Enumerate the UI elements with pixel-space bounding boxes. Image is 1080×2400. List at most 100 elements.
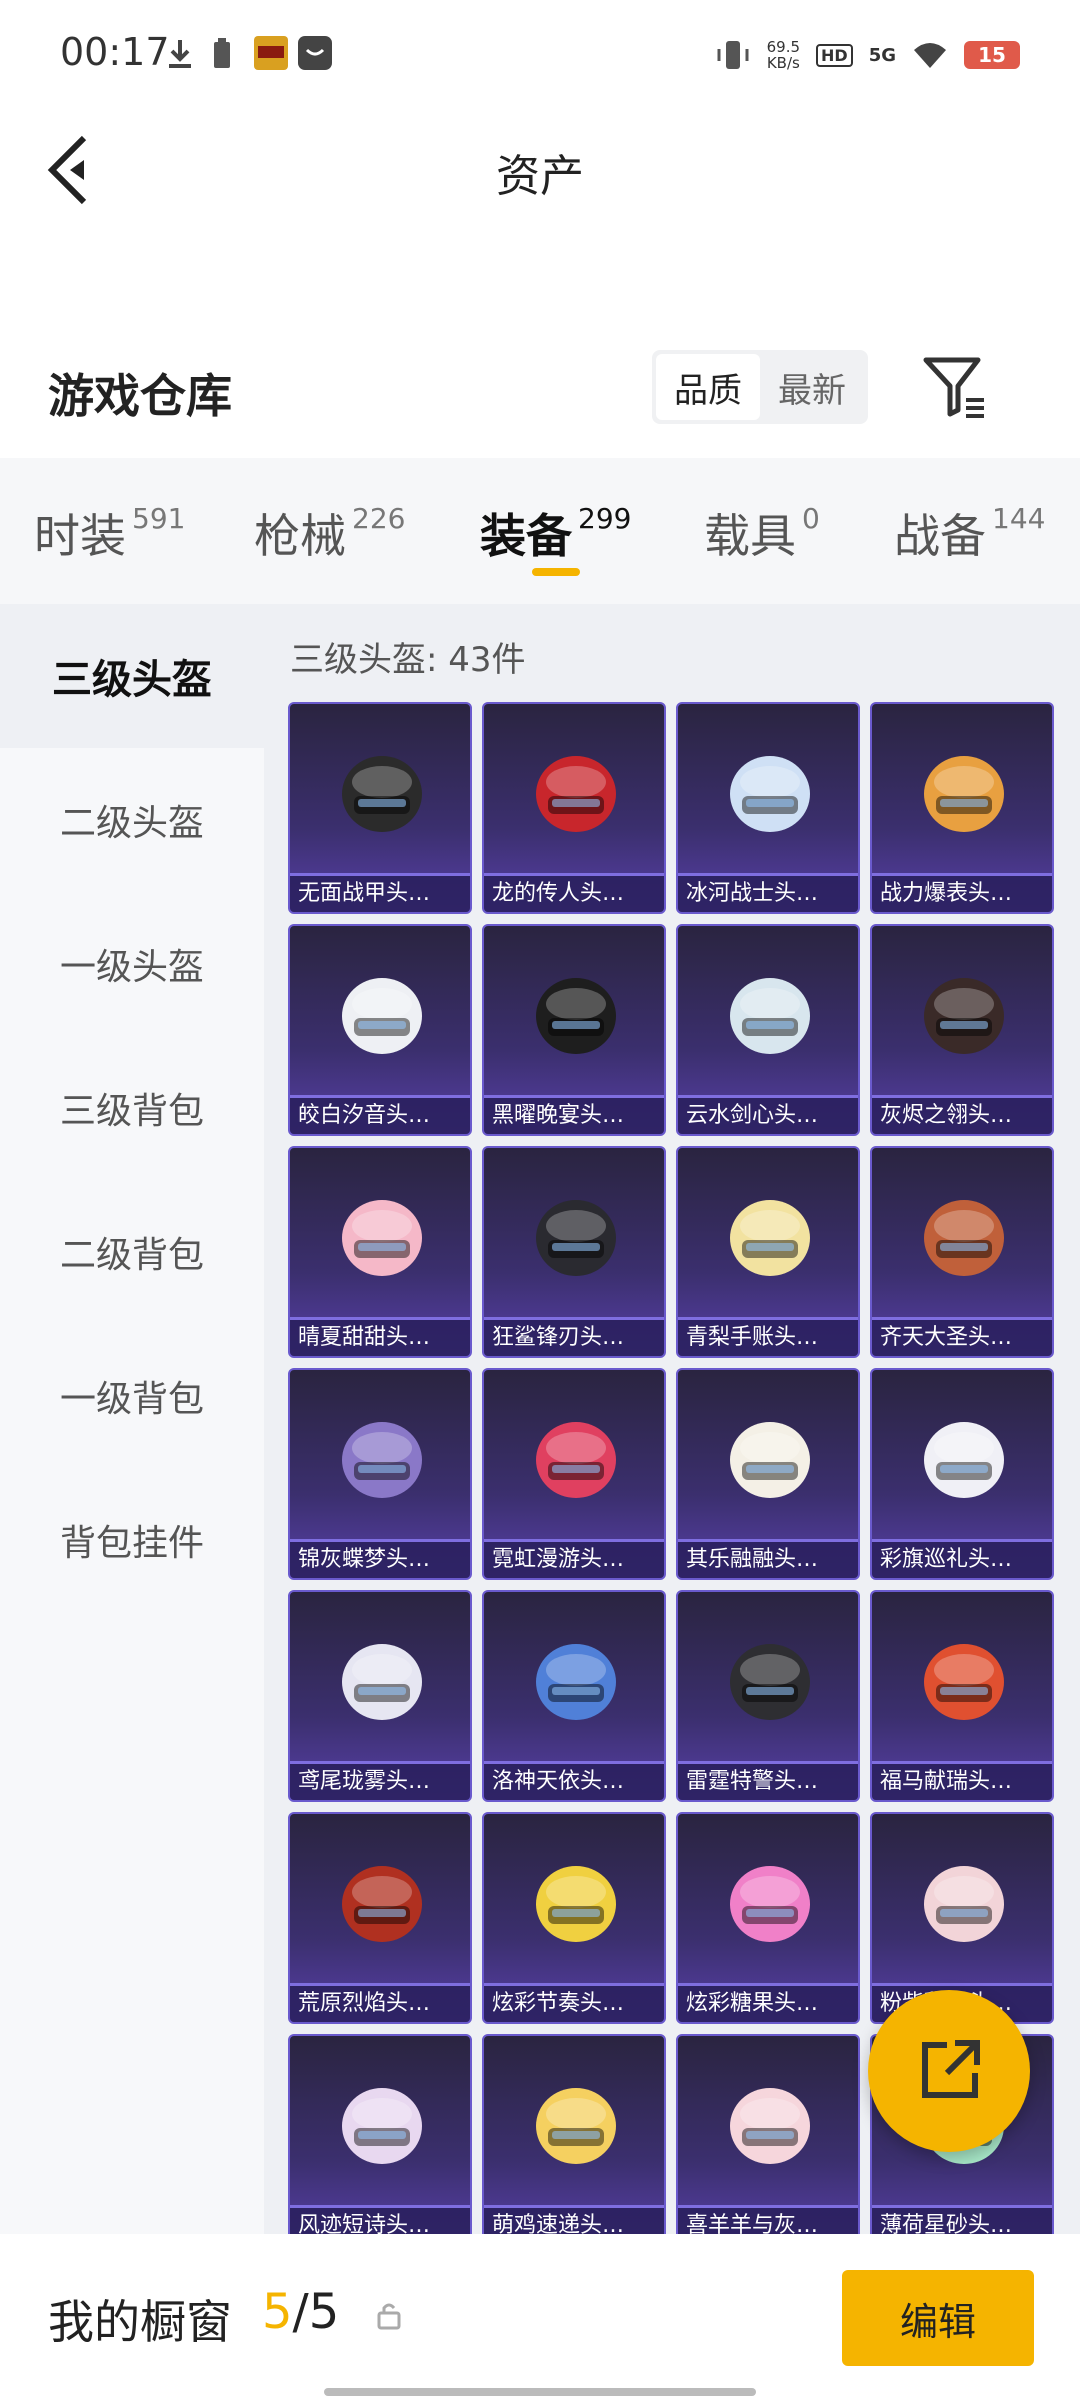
sidebar-item-level3-helmet[interactable]: 三级头盔 xyxy=(0,604,264,748)
net-speed-value: 69.5 xyxy=(766,38,801,56)
item-name: 锦灰蝶梦头… xyxy=(290,1542,470,1578)
helmet-icon xyxy=(342,978,422,1054)
tab-combat-gear[interactable]: 战备 144 xyxy=(894,500,1045,566)
item-card[interactable]: 彩旗巡礼头… xyxy=(870,1368,1054,1580)
network-type: 5G xyxy=(868,44,896,66)
showcase-bar: 我的橱窗 5/5 编辑 xyxy=(0,2234,1080,2400)
helmet-icon xyxy=(730,1200,810,1276)
category-tabs: 时装 591 枪械 226 装备 299 载具 0 战备 144 xyxy=(0,458,1080,604)
sidebar-item-level2-helmet[interactable]: 二级头盔 xyxy=(0,748,264,892)
item-name: 无面战甲头… xyxy=(290,876,470,912)
tab-label: 战备 xyxy=(894,509,986,563)
tab-count: 0 xyxy=(802,502,820,535)
item-name: 晴夏甜甜头… xyxy=(290,1320,470,1356)
item-card[interactable]: 锦灰蝶梦头… xyxy=(288,1368,472,1580)
tab-label: 枪械 xyxy=(254,509,346,563)
sidebar-item-level1-helmet[interactable]: 一级头盔 xyxy=(0,892,264,1036)
status-right: 69.5 KB/s HD 5G 15 xyxy=(715,30,1020,80)
item-card[interactable]: 青梨手账头… xyxy=(676,1146,860,1358)
helmet-icon xyxy=(730,1422,810,1498)
helmet-icon xyxy=(342,2088,422,2164)
hd-badge: HD xyxy=(816,43,853,67)
item-card[interactable]: 鸢尾珑雾头… xyxy=(288,1590,472,1802)
tab-label: 时装 xyxy=(34,509,126,563)
battery-indicator: 15 xyxy=(964,41,1020,69)
status-bar: 00:17 69.5 KB/s HD 5G 15 xyxy=(0,0,1080,110)
sidebar-item-level3-backpack[interactable]: 三级背包 xyxy=(0,1036,264,1180)
item-card[interactable]: 晴夏甜甜头… xyxy=(288,1146,472,1358)
share-button[interactable] xyxy=(868,1990,1030,2152)
item-card[interactable]: 炫彩糖果头… xyxy=(676,1812,860,2024)
item-name: 黑曜晚宴头… xyxy=(484,1098,664,1134)
helmet-icon xyxy=(342,1866,422,1942)
sort-newest-button[interactable]: 最新 xyxy=(760,354,864,420)
helmet-icon xyxy=(730,978,810,1054)
item-card[interactable]: 战力爆表头… xyxy=(870,702,1054,914)
tab-weapons[interactable]: 枪械 226 xyxy=(254,500,405,566)
sidebar-item-backpack-charm[interactable]: 背包挂件 xyxy=(0,1468,264,1612)
item-card[interactable]: 洛神天依头… xyxy=(482,1590,666,1802)
item-name: 霓虹漫游头… xyxy=(484,1542,664,1578)
helmet-icon xyxy=(924,1422,1004,1498)
tab-fashion[interactable]: 时装 591 xyxy=(34,500,185,566)
helmet-icon xyxy=(342,1644,422,1720)
tab-count: 299 xyxy=(578,502,632,535)
share-external-icon xyxy=(922,2040,980,2098)
item-card[interactable]: 黑曜晚宴头… xyxy=(482,924,666,1136)
tab-count: 226 xyxy=(352,502,406,535)
message-app-icon xyxy=(298,36,332,70)
battery-small-icon xyxy=(214,38,230,68)
filter-icon[interactable] xyxy=(920,352,990,422)
item-card[interactable]: 其乐融融头… xyxy=(676,1368,860,1580)
item-card[interactable]: 炫彩节奏头… xyxy=(482,1812,666,2024)
showcase-label: 我的橱窗 xyxy=(48,2295,232,2349)
item-name: 齐天大圣头… xyxy=(872,1320,1052,1356)
section-title: 三级头盔: 43件 xyxy=(290,640,526,680)
item-name: 荒原烈焰头… xyxy=(290,1986,470,2022)
item-name: 其乐融融头… xyxy=(678,1542,858,1578)
tab-label: 载具 xyxy=(704,509,796,563)
content-area: 三级头盔 二级头盔 一级头盔 三级背包 二级背包 一级背包 背包挂件 三级头盔:… xyxy=(0,604,1080,2246)
sort-quality-button[interactable]: 品质 xyxy=(656,354,760,420)
tab-label: 装备 xyxy=(480,509,572,563)
warehouse-title: 游戏仓库 xyxy=(48,369,232,423)
helmet-icon xyxy=(730,1644,810,1720)
showcase-separator: / xyxy=(292,2284,309,2340)
showcase-total: 5 xyxy=(308,2284,340,2340)
helmet-icon xyxy=(730,2088,810,2164)
item-card[interactable]: 萌鸡速递头… xyxy=(482,2034,666,2246)
item-name: 灰烬之翎头… xyxy=(872,1098,1052,1134)
active-tab-indicator xyxy=(532,568,580,576)
showcase-current: 5 xyxy=(262,2284,293,2340)
tab-count: 144 xyxy=(992,502,1046,535)
tab-equipment[interactable]: 装备 299 xyxy=(480,500,631,566)
item-name: 洛神天依头… xyxy=(484,1764,664,1800)
helmet-icon xyxy=(536,1644,616,1720)
helmet-icon xyxy=(342,1200,422,1276)
lock-icon xyxy=(377,2303,401,2330)
edit-button[interactable]: 编辑 xyxy=(842,2270,1034,2366)
item-card[interactable]: 荒原烈焰头… xyxy=(288,1812,472,2024)
item-card[interactable]: 雷霆特警头… xyxy=(676,1590,860,1802)
item-card[interactable]: 霓虹漫游头… xyxy=(482,1368,666,1580)
item-card[interactable]: 喜羊羊与灰… xyxy=(676,2034,860,2246)
helmet-icon xyxy=(924,978,1004,1054)
helmet-icon xyxy=(536,1422,616,1498)
helmet-icon xyxy=(342,756,422,832)
sidebar-item-level2-backpack[interactable]: 二级背包 xyxy=(0,1180,264,1324)
item-card[interactable]: 福马献瑞头… xyxy=(870,1590,1054,1802)
item-card[interactable]: 皎白汐音头… xyxy=(288,924,472,1136)
subcategory-sidebar: 三级头盔 二级头盔 一级头盔 三级背包 二级背包 一级背包 背包挂件 xyxy=(0,604,264,2234)
item-card[interactable]: 齐天大圣头… xyxy=(870,1146,1054,1358)
item-card[interactable]: 龙的传人头… xyxy=(482,702,666,914)
item-card[interactable]: 灰烬之翎头… xyxy=(870,924,1054,1136)
item-card[interactable]: 云水剑心头… xyxy=(676,924,860,1136)
item-card[interactable]: 无面战甲头… xyxy=(288,702,472,914)
tab-vehicles[interactable]: 载具 0 xyxy=(704,500,820,566)
sort-toggle: 品质 最新 xyxy=(652,350,868,424)
sidebar-item-level1-backpack[interactable]: 一级背包 xyxy=(0,1324,264,1468)
item-card[interactable]: 冰河战士头… xyxy=(676,702,860,914)
item-card[interactable]: 风迹短诗头… xyxy=(288,2034,472,2246)
net-speed: 69.5 KB/s xyxy=(767,39,800,71)
item-card[interactable]: 狂鲨锋刃头… xyxy=(482,1146,666,1358)
